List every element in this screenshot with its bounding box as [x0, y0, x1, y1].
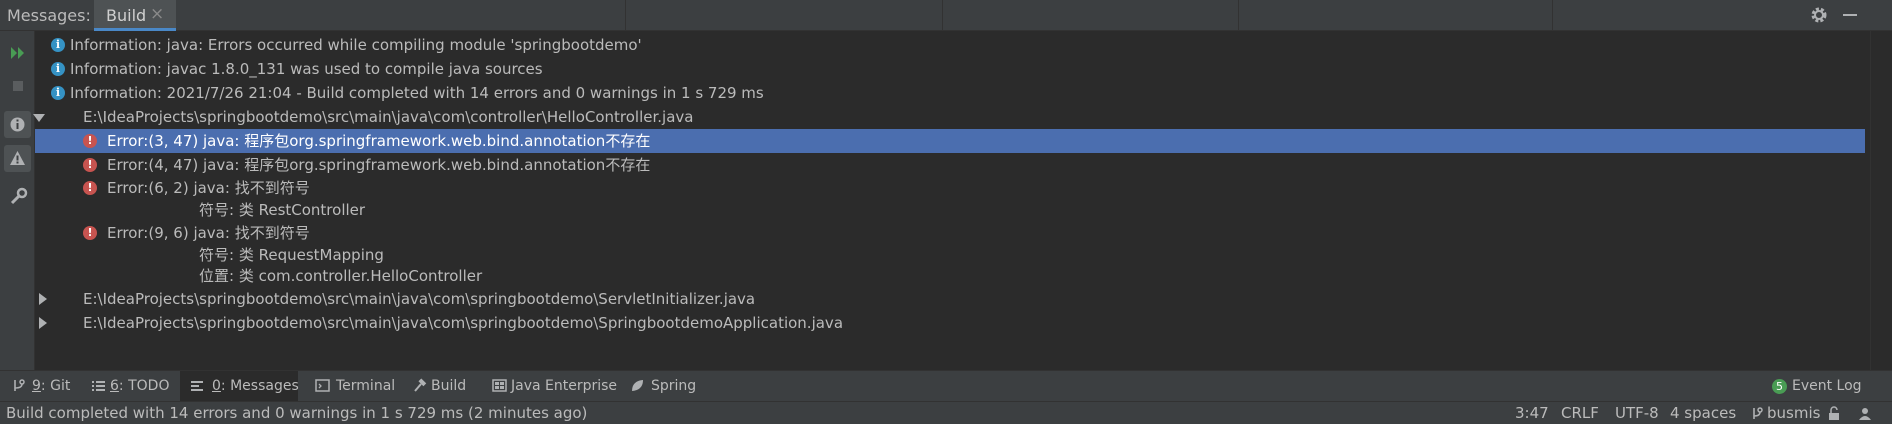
- info-icon: [51, 81, 65, 105]
- tab-build-label: Build: [106, 6, 147, 25]
- minimize-icon[interactable]: [1843, 14, 1857, 16]
- terminal-icon: [315, 379, 330, 392]
- stop-icon[interactable]: [7, 75, 29, 97]
- message-text: Information: java: Errors occurred while…: [70, 36, 642, 54]
- tab-spring[interactable]: Spring: [628, 371, 698, 401]
- error-detail-text: 符号: 类 RestController: [199, 201, 366, 219]
- mnemonic: 6: [110, 378, 119, 394]
- header-divider: [942, 0, 943, 31]
- collapse-arrow-icon[interactable]: [39, 317, 47, 329]
- error-row[interactable]: Error:(6, 2) java: 找不到符号: [35, 176, 1865, 200]
- git-branch-icon: [14, 379, 25, 391]
- tab-git[interactable]: 9: Git: [8, 371, 70, 401]
- tab-label: Build: [431, 378, 467, 394]
- error-icon: [83, 129, 97, 153]
- messages-header: Messages: Build ×: [0, 0, 1892, 31]
- caret-position[interactable]: 3:47: [1515, 402, 1549, 424]
- tab-todo[interactable]: 6: TODO: [88, 371, 170, 401]
- header-divider: [1552, 0, 1553, 31]
- tab-label: : TODO: [118, 378, 170, 394]
- git-branch[interactable]: busmis: [1767, 402, 1820, 424]
- error-row-selected[interactable]: Error:(3, 47) java: 程序包org.springframewo…: [35, 129, 1865, 153]
- close-icon[interactable]: ×: [150, 4, 164, 24]
- file-node-application[interactable]: E:\IdeaProjects\springbootdemo\src\main\…: [35, 311, 1865, 335]
- error-text: Error:(6, 2) java: 找不到符号: [107, 179, 310, 197]
- message-row-info[interactable]: Information: javac 1.8.0_131 was used to…: [35, 57, 1865, 81]
- expand-arrow-icon[interactable]: [33, 114, 45, 122]
- messages-tree: Information: java: Errors occurred while…: [33, 31, 1870, 370]
- tab-label: : Messages: [220, 378, 299, 394]
- error-text: Error:(4, 47) java: 程序包org.springframewo…: [107, 156, 651, 174]
- collapse-arrow-icon[interactable]: [39, 293, 47, 305]
- mnemonic: 0: [212, 378, 221, 394]
- info-filter-icon[interactable]: [4, 111, 31, 138]
- tab-label: : Git: [40, 378, 71, 394]
- line-separator[interactable]: CRLF: [1561, 402, 1599, 424]
- message-row-info[interactable]: Information: java: Errors occurred while…: [35, 33, 1865, 57]
- tab-terminal[interactable]: Terminal: [312, 371, 396, 401]
- file-encoding[interactable]: UTF-8: [1615, 402, 1659, 424]
- error-text: Error:(9, 6) java: 找不到符号: [107, 224, 310, 242]
- error-row[interactable]: Error:(9, 6) java: 找不到符号: [35, 221, 1865, 245]
- error-icon: [83, 221, 97, 245]
- indent-setting[interactable]: 4 spaces: [1670, 402, 1736, 424]
- event-count-badge: 5: [1772, 379, 1787, 394]
- java-enterprise-icon: [492, 379, 507, 392]
- header-divider: [625, 0, 626, 31]
- vertical-scrollbar[interactable]: [1870, 31, 1892, 370]
- lock-icon[interactable]: [1828, 406, 1840, 421]
- tab-event-log[interactable]: 5 Event Log: [1770, 371, 1880, 401]
- file-path: E:\IdeaProjects\springbootdemo\src\main\…: [83, 108, 694, 126]
- message-text: Information: 2021/7/26 21:04 - Build com…: [70, 84, 764, 102]
- git-branch-icon: [1753, 407, 1763, 419]
- tab-messages[interactable]: 0: Messages: [180, 371, 299, 401]
- error-text: Error:(3, 47) java: 程序包org.springframewo…: [107, 132, 651, 150]
- tab-java-enterprise[interactable]: Java Enterprise: [490, 371, 617, 401]
- message-text: Information: javac 1.8.0_131 was used to…: [70, 60, 543, 78]
- file-node-hellocontroller[interactable]: E:\IdeaProjects\springbootdemo\src\main\…: [33, 105, 1865, 129]
- file-node-servletinitializer[interactable]: E:\IdeaProjects\springbootdemo\src\main\…: [35, 287, 1865, 311]
- error-icon: [83, 153, 97, 177]
- status-bar: Build completed with 14 errors and 0 war…: [0, 401, 1892, 424]
- tab-label: Spring: [651, 378, 697, 394]
- error-icon: [83, 176, 97, 200]
- messages-icon: [191, 381, 203, 391]
- messages-toolbar: [0, 31, 35, 370]
- file-path: E:\IdeaProjects\springbootdemo\src\main\…: [83, 314, 844, 332]
- info-icon: [51, 33, 65, 57]
- file-path: E:\IdeaProjects\springbootdemo\src\main\…: [83, 290, 756, 308]
- tab-label: Terminal: [336, 378, 396, 394]
- info-icon: [51, 57, 65, 81]
- tab-label: Event Log: [1792, 378, 1862, 394]
- tab-build[interactable]: Build: [410, 371, 470, 401]
- status-message[interactable]: Build completed with 14 errors and 0 war…: [6, 402, 587, 424]
- error-row[interactable]: Error:(4, 47) java: 程序包org.springframewo…: [35, 153, 1865, 177]
- gear-icon[interactable]: [1810, 6, 1828, 24]
- list-icon: [92, 381, 105, 391]
- warning-filter-icon[interactable]: [4, 145, 31, 172]
- error-detail: 符号: 类 RestController: [35, 198, 1865, 222]
- tab-label: Java Enterprise: [511, 378, 618, 394]
- panel-title: Messages:: [7, 6, 91, 25]
- tool-window-bar: 9: Git 6: TODO 0: Messages Terminal Buil…: [0, 370, 1892, 401]
- hammer-icon: [414, 378, 427, 392]
- header-divider: [1238, 0, 1239, 31]
- error-detail: 位置: 类 com.controller.HelloController: [35, 264, 1865, 288]
- message-row-info[interactable]: Information: 2021/7/26 21:04 - Build com…: [35, 81, 1865, 105]
- spring-leaf-icon: [632, 380, 643, 391]
- tab-build[interactable]: Build ×: [94, 0, 176, 31]
- inspector-icon[interactable]: [1857, 405, 1873, 421]
- mnemonic: 9: [32, 378, 41, 394]
- wrench-icon[interactable]: [7, 186, 29, 208]
- error-detail-text: 位置: 类 com.controller.HelloController: [199, 267, 483, 285]
- rerun-icon[interactable]: [7, 42, 29, 64]
